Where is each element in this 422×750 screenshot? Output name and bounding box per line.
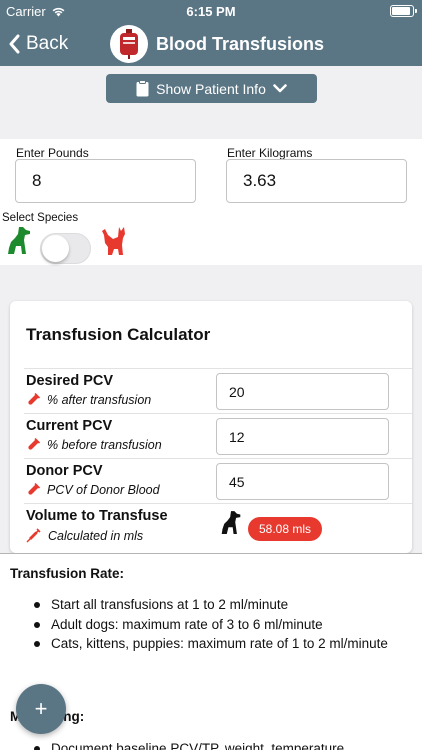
show-patient-info-button[interactable]: Show Patient Info [106,74,317,103]
volume-sub: Calculated in mls [26,528,143,543]
info-section: Transfusion Rate: Start all transfusions… [0,553,422,750]
nav-bar: Back Blood Transfusions [0,22,422,66]
test-tube-icon [28,393,40,405]
battery-icon [390,5,417,17]
volume-result-badge: 58.08 mls [248,517,323,541]
back-button[interactable]: Back [8,30,68,58]
donor-pcv-sub: PCV of Donor Blood [26,483,160,497]
desired-pcv-input[interactable] [216,373,389,410]
nav-title-group: Blood Transfusions [110,22,324,66]
donor-pcv-label: Donor PCV [26,463,103,479]
transfusion-rate-heading: Transfusion Rate: [10,566,125,581]
current-pcv-sub: % before transfusion [26,438,162,452]
species-toggle[interactable] [40,233,91,264]
monitoring-list: Document baseline PCV/TP, weight, temper… [34,740,394,750]
kilograms-label: Enter Kilograms [227,146,313,160]
desired-pcv-label: Desired PCV [26,373,114,389]
test-tube-icon [28,438,40,450]
current-pcv-label: Current PCV [26,418,113,434]
list-item: Document baseline PCV/TP, weight, temper… [34,740,394,750]
desired-pcv-row: Desired PCV % after transfusion [24,368,412,413]
list-item: Adult dogs: maximum rate of 3 to 6 ml/mi… [34,616,394,635]
volume-row: Volume to Transfuse Calculated in mls 58… [24,503,412,551]
current-pcv-row: Current PCV % before transfusion [24,413,412,458]
chevron-down-icon [273,84,287,93]
status-time: 6:15 PM [186,4,236,19]
transfusion-rate-list: Start all transfusions at 1 to 2 ml/minu… [34,596,394,655]
page-title: Blood Transfusions [156,33,325,54]
kilograms-input[interactable] [226,159,407,203]
volume-label: Volume to Transfuse [26,508,168,524]
clipboard-icon [136,80,149,97]
donor-pcv-row: Donor PCV PCV of Donor Blood [24,458,412,503]
syringe-icon [26,528,41,543]
transfusion-calculator-card: Transfusion Calculator Desired PCV % aft… [10,301,412,553]
blood-bag-logo-icon [110,25,148,63]
list-item: Cats, kittens, puppies: maximum rate of … [34,635,394,654]
pounds-label: Enter Pounds [16,146,89,160]
species-toggle-knob [42,235,69,262]
species-label: Select Species [2,212,79,224]
dog-result-icon [221,511,241,534]
current-pcv-input[interactable] [216,418,389,455]
dog-icon[interactable] [6,226,32,256]
desired-pcv-sub: % after transfusion [26,393,151,407]
status-bar: Carrier 6:15 PM [0,0,422,22]
chevron-left-icon [9,34,20,54]
test-tube-icon [28,483,40,495]
plus-icon: + [34,696,48,721]
cat-icon[interactable] [100,225,128,257]
pounds-input[interactable] [15,159,196,203]
list-item: Start all transfusions at 1 to 2 ml/minu… [34,596,394,615]
show-patient-info-label: Show Patient Info [156,80,266,97]
back-label: Back [26,33,69,54]
add-fab-button[interactable]: + [16,684,66,734]
donor-pcv-input[interactable] [216,463,389,500]
battery-fill [392,7,410,15]
calculator-title: Transfusion Calculator [26,325,211,344]
